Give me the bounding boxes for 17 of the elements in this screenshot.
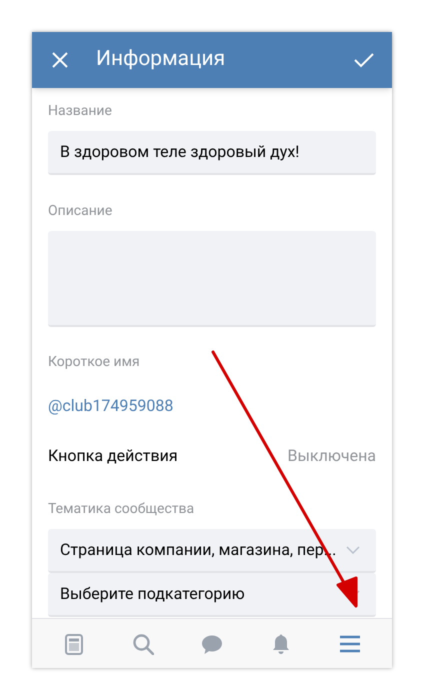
chevron-down-icon [346, 546, 360, 554]
close-icon[interactable] [52, 52, 68, 68]
action-button-label: Кнопка действия [48, 445, 178, 467]
field-label: Название [48, 102, 113, 121]
checkmark-icon[interactable] [354, 52, 374, 68]
textarea-field[interactable] [48, 231, 376, 327]
dropdown-value: Выберите подкатегорию [60, 583, 245, 605]
search-icon[interactable] [132, 632, 154, 654]
window-title: Информация [96, 46, 226, 74]
input-field[interactable]: В здоровом теле здоровый дух! [48, 131, 376, 175]
newspaper-icon[interactable] [63, 632, 86, 654]
field-label: Тематика сообщества [48, 500, 196, 519]
field-label: Короткое имя [48, 353, 141, 372]
field-label: Описание [48, 202, 114, 221]
short-name-link[interactable]: @club174959088 [48, 394, 174, 418]
speech-bubble-icon[interactable] [200, 632, 223, 654]
dropdown-select[interactable]: Выберите подкатегорию [48, 573, 376, 617]
